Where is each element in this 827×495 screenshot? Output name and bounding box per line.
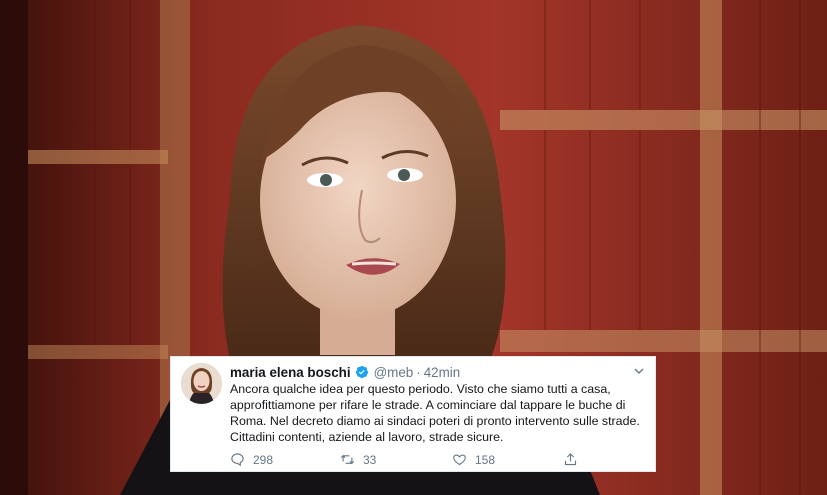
- reply-button[interactable]: 298: [230, 452, 273, 467]
- tweet-text-line: Cittadini contenti, aziende al lavoro, s…: [230, 430, 504, 444]
- heart-icon: [453, 454, 466, 466]
- reply-icon: [231, 453, 244, 467]
- handle[interactable]: @meb: [374, 365, 414, 380]
- chevron-down-icon[interactable]: [633, 365, 645, 377]
- avatar[interactable]: [181, 363, 222, 404]
- tweet-header: maria elena boschi @meb · 42min: [230, 363, 625, 381]
- tweet-text: Ancora qualche idea per questo periodo. …: [230, 381, 650, 445]
- header-separator: ·: [416, 364, 421, 380]
- timestamp[interactable]: 42min: [424, 365, 460, 380]
- tweet-text-line: Ancora qualche idea per questo periodo. …: [230, 382, 611, 396]
- retweet-button[interactable]: 33: [340, 452, 376, 467]
- avatar-image: [181, 363, 222, 404]
- tweet-text-line: approfittiamone per rifare le strade. A …: [230, 398, 626, 412]
- tweet-actions: 298 33 158: [230, 452, 590, 470]
- reply-count: 298: [253, 452, 274, 467]
- retweet-count: 33: [363, 452, 377, 467]
- retweet-icon: [340, 454, 355, 465]
- like-button[interactable]: 158: [452, 452, 495, 467]
- share-button[interactable]: [563, 452, 586, 467]
- tweet-text-line: Roma. Nel decreto diamo ai sindaci poter…: [230, 414, 640, 428]
- tweet-card[interactable]: maria elena boschi @meb · 42min Ancora q…: [170, 356, 656, 472]
- share-icon: [564, 453, 577, 466]
- verified-badge-icon: [355, 365, 368, 379]
- like-count: 158: [475, 452, 496, 467]
- display-name[interactable]: maria elena boschi: [230, 365, 351, 380]
